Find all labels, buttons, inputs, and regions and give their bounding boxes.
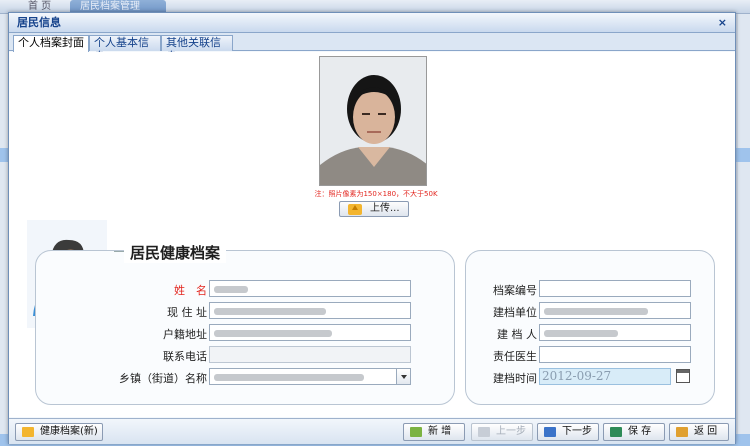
doctor-field[interactable] bbox=[539, 346, 691, 363]
tab-basic-info[interactable]: 个人基本信息 bbox=[89, 35, 161, 63]
chevron-down-icon[interactable] bbox=[396, 369, 410, 384]
name-label: 姓 名 bbox=[174, 284, 207, 297]
unit-label: 建档单位 bbox=[493, 306, 537, 319]
date-label: 建档时间 bbox=[493, 372, 537, 385]
back-label: 返 回 bbox=[694, 426, 718, 437]
save-button[interactable]: 保 存 bbox=[603, 423, 665, 441]
name-field[interactable] bbox=[209, 280, 411, 297]
prev-label: 上一步 bbox=[496, 426, 526, 437]
close-icon[interactable]: × bbox=[718, 13, 727, 33]
next-button[interactable]: 下一步 bbox=[537, 423, 599, 441]
town-label: 乡镇（街道）名称 bbox=[119, 372, 207, 385]
upload-icon bbox=[348, 204, 362, 215]
unit-field[interactable] bbox=[539, 302, 691, 319]
cover-content: 注：照片像素为150×180，不大于50K 上传... 居民健康档案 姓 名 现… bbox=[9, 52, 735, 417]
health-file-label: 健康档案(新) bbox=[40, 426, 98, 437]
next-label: 下一步 bbox=[562, 426, 592, 437]
back-button[interactable]: 返 回 bbox=[669, 423, 729, 441]
save-icon bbox=[610, 427, 622, 437]
town-select[interactable] bbox=[209, 368, 411, 385]
address-label: 现 住 址 bbox=[167, 306, 207, 319]
dialog-title: 居民信息 bbox=[17, 16, 61, 29]
address-field[interactable] bbox=[209, 302, 411, 319]
calendar-icon[interactable] bbox=[676, 369, 690, 383]
new-button[interactable]: 新 增 bbox=[403, 423, 465, 441]
upload-button[interactable]: 上传... bbox=[339, 201, 409, 217]
save-label: 保 存 bbox=[628, 426, 652, 437]
back-icon bbox=[676, 427, 688, 437]
file-no-field[interactable] bbox=[539, 280, 691, 297]
phone-field[interactable] bbox=[209, 346, 411, 363]
upload-label: 上传... bbox=[370, 203, 400, 214]
creator-label: 建 档 人 bbox=[497, 328, 537, 341]
phone-label: 联系电话 bbox=[163, 350, 207, 363]
resident-info-dialog: 居民信息 × 个人档案封面 个人基本信息 其他关联信息 注：照片像素为150×1… bbox=[8, 12, 736, 444]
folder-icon bbox=[22, 427, 34, 437]
section-title: 居民健康档案 bbox=[113, 242, 227, 263]
photo-size-note: 注：照片像素为150×180，不大于50K bbox=[314, 190, 438, 198]
prev-icon bbox=[478, 427, 490, 437]
dialog-tab-bar: 个人档案封面 个人基本信息 其他关联信息 bbox=[9, 33, 735, 63]
file-no-label: 档案编号 bbox=[493, 284, 537, 297]
dialog-footer: 健康档案(新) 新 增 上一步 下一步 保 存 返 回 bbox=[9, 418, 735, 444]
background-grid-right bbox=[738, 14, 750, 446]
household-label: 户籍地址 bbox=[163, 328, 207, 341]
doctor-label: 责任医生 bbox=[493, 350, 537, 363]
prev-button[interactable]: 上一步 bbox=[471, 423, 533, 441]
tab-related-info[interactable]: 其他关联信息 bbox=[161, 35, 233, 63]
tab-personal-cover[interactable]: 个人档案封面 bbox=[13, 35, 89, 52]
health-file-button[interactable]: 健康档案(新) bbox=[15, 423, 103, 441]
resident-photo bbox=[319, 56, 427, 186]
household-field[interactable] bbox=[209, 324, 411, 341]
creator-field[interactable] bbox=[539, 324, 691, 341]
add-icon bbox=[410, 427, 422, 437]
date-field[interactable]: 2012-09-27 bbox=[539, 368, 671, 385]
next-icon bbox=[544, 427, 556, 437]
new-label: 新 增 bbox=[428, 426, 452, 437]
dialog-title-bar[interactable]: 居民信息 × bbox=[9, 13, 735, 33]
